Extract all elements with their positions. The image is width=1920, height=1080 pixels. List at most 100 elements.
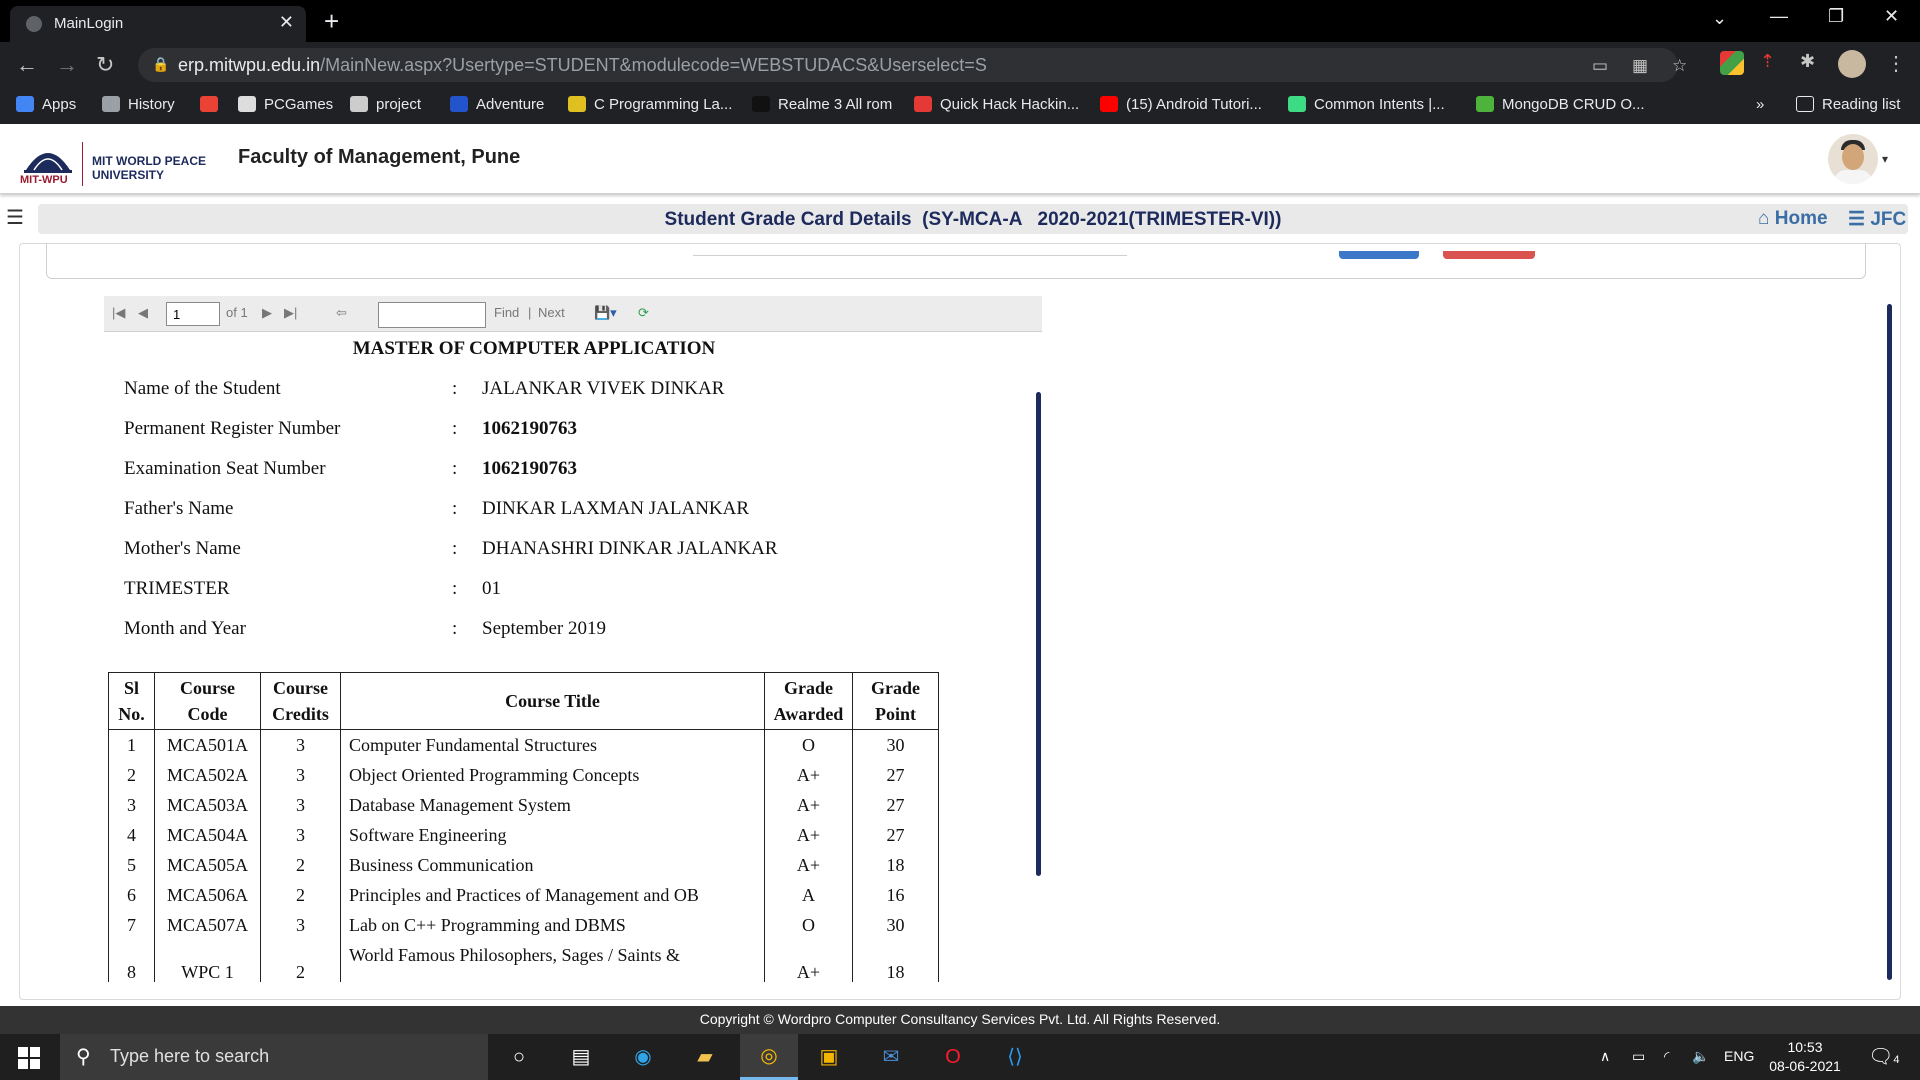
forward-arrow-icon[interactable]: → xyxy=(56,52,78,78)
cell-sl: 5 xyxy=(108,850,155,880)
page-scrollbar[interactable] xyxy=(1887,304,1892,980)
file-explorer-icon[interactable]: ▰ xyxy=(690,1042,720,1072)
address-bar[interactable]: 🔒 erp.mitwpu.edu.in/MainNew.aspx?Usertyp… xyxy=(138,48,1687,82)
heart-icon xyxy=(914,96,932,112)
notification-count: 4 xyxy=(1893,1054,1900,1066)
opera-icon[interactable]: O xyxy=(938,1042,968,1072)
task-view-icon[interactable]: ▤ xyxy=(566,1042,596,1072)
show-hidden-icons-icon[interactable]: ∧ xyxy=(1600,1048,1610,1065)
find-input[interactable] xyxy=(378,302,486,328)
table-header-row: Sl No. Course Code Course Credits Course Ti… xyxy=(108,672,939,730)
cortana-icon[interactable]: ○ xyxy=(504,1042,534,1072)
back-icon[interactable]: ⇦ xyxy=(336,305,347,321)
cell-code: MCA501A xyxy=(154,729,261,760)
find-link[interactable]: Find xyxy=(494,305,519,320)
minimize-icon[interactable]: — xyxy=(1770,6,1788,27)
previous-page-icon[interactable]: ◀ xyxy=(138,305,148,321)
cast-icon[interactable]: ▭ xyxy=(1592,56,1608,76)
more-menu-icon[interactable]: ⋮ xyxy=(1886,51,1906,76)
hamburger-menu-icon[interactable]: ☰ xyxy=(6,205,24,230)
bookmark-item[interactable]: Quick Hack Hackin... xyxy=(914,96,1079,113)
table-row: 8 WPC 1 2 World Famous Philosophers, Sages … xyxy=(108,940,939,982)
user-menu-caret-icon[interactable]: ▾ xyxy=(1882,152,1888,166)
qr-code-icon[interactable]: ▦ xyxy=(1632,56,1648,76)
cell-code: WPC 1 xyxy=(154,940,261,982)
lock-icon[interactable]: 🔒 xyxy=(152,56,169,73)
next-page-icon[interactable]: ▶ xyxy=(262,305,272,321)
cell-grade: A+ xyxy=(764,790,853,820)
mitwpu-logo[interactable]: MIT-WPU MIT WORLD PEACE UNIVERSITY xyxy=(16,138,216,190)
taskbar-search[interactable]: ⚲ Type here to search xyxy=(60,1034,488,1080)
jfc-link[interactable]: ☰ JFC xyxy=(1848,208,1906,231)
report-scrollbar[interactable] xyxy=(1036,392,1041,876)
reading-list-button[interactable]: Reading list xyxy=(1796,96,1900,113)
wifi-icon[interactable]: ◜ xyxy=(1664,1048,1669,1065)
bookmark-label: (15) Android Tutori... xyxy=(1126,96,1262,113)
close-window-icon[interactable]: ✕ xyxy=(1884,6,1899,27)
info-colon: : xyxy=(452,378,458,399)
bookmark-star-icon[interactable]: ☆ xyxy=(1672,56,1687,76)
bookmark-item[interactable]: Common Intents |... xyxy=(1288,96,1445,113)
windows-start-icon[interactable] xyxy=(18,1047,40,1069)
cell-point: 30 xyxy=(852,910,939,940)
bookmark-item[interactable]: PCGames xyxy=(238,96,333,113)
edge-icon[interactable]: ◉ xyxy=(628,1042,658,1072)
info-value: 1062190763 xyxy=(482,458,577,479)
reload-icon[interactable]: ↻ xyxy=(96,52,114,78)
page-count: of 1 xyxy=(226,305,248,320)
new-tab-button[interactable]: + xyxy=(324,6,339,37)
browser-tab-bar: MainLogin ✕ + ⌄ — ❐ ✕ xyxy=(0,0,1920,42)
cell-point: 18 xyxy=(852,850,939,880)
tab-search-icon[interactable]: ⌄ xyxy=(1712,8,1727,29)
jfc-label: JFC xyxy=(1870,209,1907,230)
bookmark-item[interactable]: Realme 3 All rom xyxy=(752,96,892,113)
wifi-extension-icon[interactable]: ⇡ xyxy=(1760,51,1784,75)
page-number-input[interactable] xyxy=(166,302,220,326)
first-page-icon[interactable]: |◀ xyxy=(112,305,125,321)
bookmark-item[interactable]: Adventure xyxy=(450,96,544,113)
page-title: Student Grade Card Details (SY-MCA-A 202… xyxy=(664,209,1282,230)
primary-button[interactable] xyxy=(1339,251,1419,259)
bookmark-label: PCGames xyxy=(264,96,334,113)
browser-tab[interactable]: MainLogin ✕ xyxy=(10,6,306,42)
profile-avatar[interactable] xyxy=(1838,50,1866,78)
store-icon[interactable]: ▣ xyxy=(814,1042,844,1072)
language-indicator[interactable]: ENG xyxy=(1724,1048,1754,1064)
user-avatar[interactable] xyxy=(1828,134,1878,184)
puzzle-icon[interactable]: ✱ xyxy=(1800,51,1824,75)
mail-icon[interactable]: ✉ xyxy=(876,1042,906,1072)
table-row: 2 MCA502A 3 Object Oriented Programming Con… xyxy=(108,760,939,790)
bookmark-item[interactable]: History xyxy=(102,96,175,113)
danger-button[interactable] xyxy=(1443,251,1535,259)
close-tab-icon[interactable]: ✕ xyxy=(279,12,294,33)
bookmark-item[interactable]: MongoDB CRUD O... xyxy=(1476,96,1645,113)
battery-icon[interactable]: ▭ xyxy=(1632,1048,1645,1065)
export-save-icon[interactable]: 💾▾ xyxy=(594,305,617,321)
volume-icon[interactable]: 🔈 xyxy=(1692,1048,1709,1065)
notification-center-icon[interactable]: 🗨4 xyxy=(1868,1044,1900,1069)
mongodb-icon xyxy=(1476,96,1494,112)
divider xyxy=(693,255,1127,256)
system-clock[interactable]: 10:53 08-06-2021 xyxy=(1760,1038,1850,1076)
last-page-icon[interactable]: ▶| xyxy=(284,305,297,321)
bookmark-item[interactable]: Apps xyxy=(16,96,76,113)
university-emblem-icon xyxy=(24,153,72,173)
bookmark-item[interactable] xyxy=(200,96,226,113)
apps-grid-icon xyxy=(16,96,34,112)
more-bookmarks-icon[interactable]: » xyxy=(1756,96,1764,113)
cell-grade: O xyxy=(764,910,853,940)
cell-sl: 7 xyxy=(108,910,155,940)
col-grade-point: Grade Point xyxy=(852,672,939,730)
bookmark-item[interactable]: C Programming La... xyxy=(568,96,732,113)
refresh-icon[interactable]: ⟳ xyxy=(638,305,649,321)
bookmark-item[interactable]: project xyxy=(350,96,421,113)
home-link[interactable]: ⌂ Home xyxy=(1758,208,1828,230)
extension-icon[interactable] xyxy=(1720,51,1744,75)
chrome-taskbar-item[interactable]: ◎ xyxy=(740,1034,798,1080)
bookmark-item[interactable]: (15) Android Tutori... xyxy=(1100,96,1262,113)
back-arrow-icon[interactable]: ← xyxy=(16,52,38,78)
vscode-icon[interactable]: ⟨⟩ xyxy=(1000,1042,1030,1072)
next-link[interactable]: Next xyxy=(538,305,565,320)
restore-icon[interactable]: ❐ xyxy=(1828,6,1844,27)
table-row: 6 MCA506A 2 Principles and Practices of Man… xyxy=(108,880,939,910)
